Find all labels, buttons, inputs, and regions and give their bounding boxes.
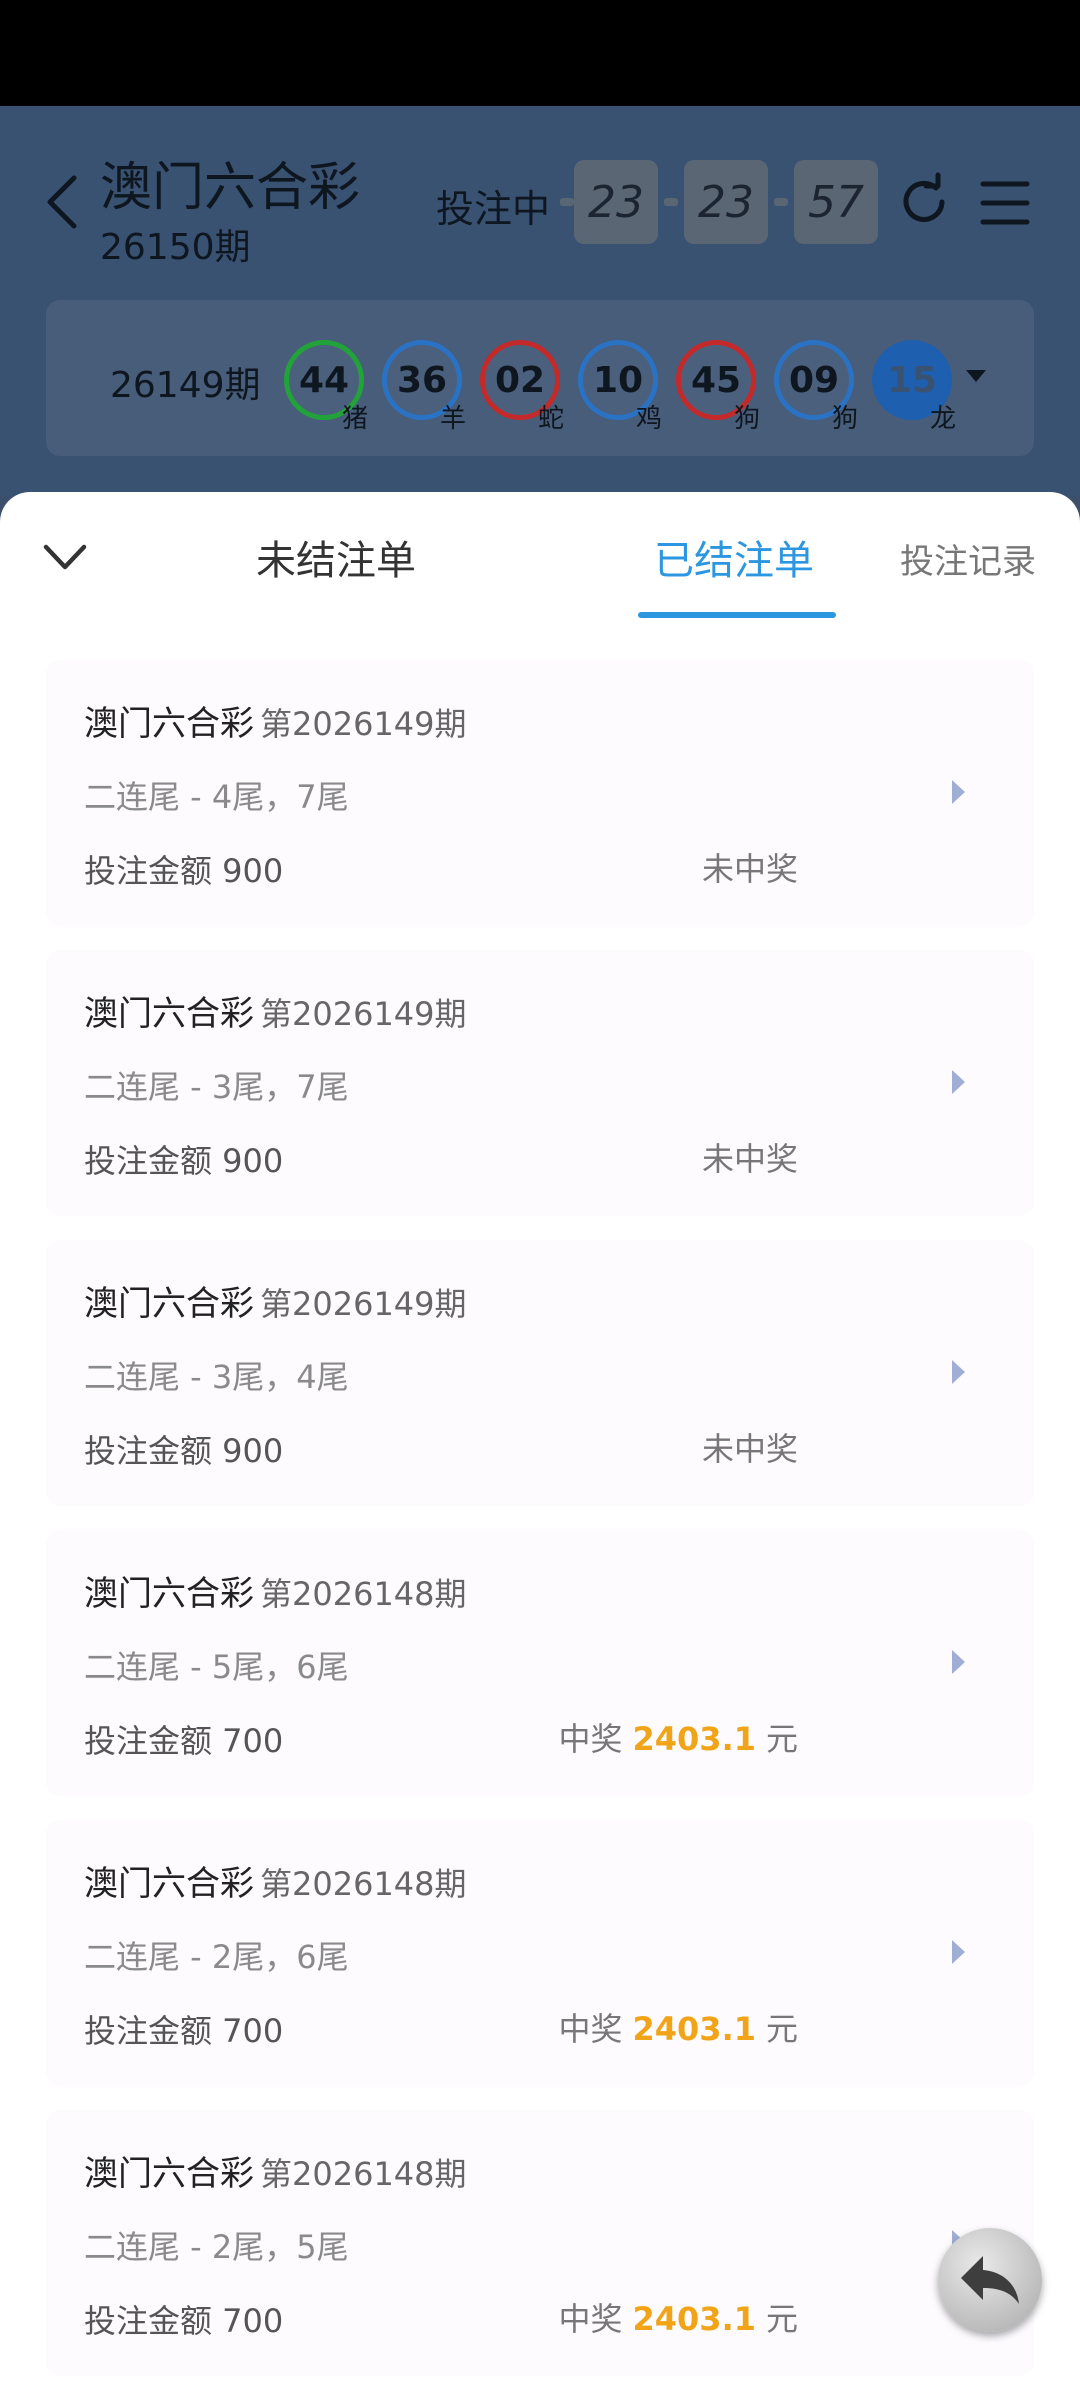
menu-icon[interactable] [980,178,1030,228]
draw-ball-zodiac: 狗 [832,404,859,434]
chevron-right-icon[interactable] [952,1070,965,1094]
tab-records[interactable]: 投注记录 [900,534,1036,583]
bet-amount: 投注金额 700 [84,2012,284,2050]
draw-ball-zodiac: 鸡 [636,404,663,434]
status-bar [0,0,1080,106]
bet-result-label: 中奖 [558,2300,623,2338]
timer-seconds: 57 [794,160,878,244]
bet-result: 未中奖 [702,1134,798,1180]
bet-result-label: 中奖 [558,2010,623,2048]
floating-return-button[interactable] [938,2228,1042,2332]
bet-amount: 投注金额 700 [84,1722,284,1760]
bet-title: 澳门六合彩 第2026148期 [84,1566,467,1615]
bet-card[interactable]: 澳门六合彩 第2026149期二连尾 - 3尾，4尾 投注金额 900 未中奖 [46,1240,1034,1506]
bet-win-unit: 元 [765,2300,798,2338]
draw-ball-zodiac: 狗 [734,404,761,434]
bet-amount: 投注金额 900 [84,852,284,890]
chevron-right-icon[interactable] [952,1360,965,1384]
bet-description: 二连尾 - 4尾，7尾 [84,778,349,816]
bet-result: 未中奖 [702,844,798,890]
chevron-right-icon[interactable] [952,780,965,804]
bet-title: 澳门六合彩 第2026148期 [84,1856,467,1905]
tab-active-indicator [638,612,836,618]
timer-separator [664,198,678,206]
bet-title: 澳门六合彩 第2026149期 [84,696,467,745]
bet-issue: 第2026148期 [260,1575,467,1613]
bet-lottery-name: 澳门六合彩 [84,1574,254,1614]
bet-description: 二连尾 - 2尾，6尾 [84,1938,349,1976]
refresh-icon[interactable] [894,172,954,232]
bet-result-label: 未中奖 [701,1140,798,1178]
bet-win-unit: 元 [765,2010,798,2048]
bet-card[interactable]: 澳门六合彩 第2026148期二连尾 - 2尾，6尾 投注金额 700 中奖 2403.… [46,1820,1034,2086]
timer-hours: 23 [574,160,658,244]
chevron-right-icon[interactable] [952,1940,965,1964]
bet-lottery-name: 澳门六合彩 [84,2154,254,2194]
timer-minutes: 23 [684,160,768,244]
lottery-title: 澳门六合彩 [100,158,361,218]
bet-issue: 第2026149期 [260,705,467,743]
draw-ball-zodiac: 龙 [930,404,957,434]
bet-title: 澳门六合彩 第2026148期 [84,2146,467,2195]
bet-title: 澳门六合彩 第2026149期 [84,1276,467,1325]
bet-win-amount: 2403.1 [632,2300,756,2338]
bet-amount: 投注金额 900 [84,1432,284,1470]
bet-description: 二连尾 - 2尾，5尾 [84,2228,349,2266]
bet-issue: 第2026148期 [260,1865,467,1903]
bet-win-amount: 2403.1 [632,1720,756,1758]
bet-issue: 第2026149期 [260,995,467,1033]
back-arrow-icon[interactable] [40,172,84,232]
bet-lottery-name: 澳门六合彩 [84,704,254,744]
bet-result: 中奖 2403.1 元 [558,2294,798,2340]
bet-issue: 第2026148期 [260,2155,467,2193]
draw-ball-zodiac: 猪 [342,404,369,434]
bet-result-label: 未中奖 [701,850,798,888]
bet-issue: 第2026149期 [260,1285,467,1323]
bet-amount: 投注金额 900 [84,1142,284,1180]
last-draw-period: 26149期 [110,365,261,406]
bet-result: 未中奖 [702,1424,798,1470]
draw-ball-zodiac: 蛇 [538,404,565,434]
current-period: 26150期 [100,227,251,268]
return-arrow-icon [961,2256,1019,2304]
bet-result-label: 未中奖 [701,1430,798,1468]
bet-result-label: 中奖 [558,1720,623,1758]
bet-lottery-name: 澳门六合彩 [84,1864,254,1904]
timer-separator [560,198,574,206]
timer-separator [774,198,788,206]
expand-draw-caret-icon[interactable] [966,370,986,382]
bet-description: 二连尾 - 3尾，4尾 [84,1358,349,1396]
draw-ball-zodiac: 羊 [440,404,467,434]
bet-lottery-name: 澳门六合彩 [84,1284,254,1324]
bet-card[interactable]: 澳门六合彩 第2026148期二连尾 - 5尾，6尾 投注金额 700 中奖 2403.… [46,1530,1034,1796]
bet-card[interactable]: 澳门六合彩 第2026148期二连尾 - 2尾，5尾 投注金额 700 中奖 2403.… [46,2110,1034,2376]
bet-win-unit: 元 [765,1720,798,1758]
bet-card[interactable]: 澳门六合彩 第2026149期二连尾 - 3尾，7尾 投注金额 900 未中奖 [46,950,1034,1216]
bet-title: 澳门六合彩 第2026149期 [84,986,467,1035]
bet-description: 二连尾 - 3尾，7尾 [84,1068,349,1106]
tab-settled[interactable]: 已结注单 [654,528,814,586]
bet-lottery-name: 澳门六合彩 [84,994,254,1034]
tab-unsettled[interactable]: 未结注单 [256,528,416,586]
chevron-down-icon[interactable] [40,535,90,579]
chevron-right-icon[interactable] [952,1650,965,1674]
bet-amount: 投注金额 700 [84,2302,284,2340]
bet-win-amount: 2403.1 [632,2010,756,2048]
bet-card[interactable]: 澳门六合彩 第2026149期二连尾 - 4尾，7尾 投注金额 900 未中奖 [46,660,1034,926]
bet-result: 中奖 2403.1 元 [558,1714,798,1760]
bet-result: 中奖 2403.1 元 [558,2004,798,2050]
bet-description: 二连尾 - 5尾，6尾 [84,1648,349,1686]
betting-status-label: 投注中 [436,187,551,231]
